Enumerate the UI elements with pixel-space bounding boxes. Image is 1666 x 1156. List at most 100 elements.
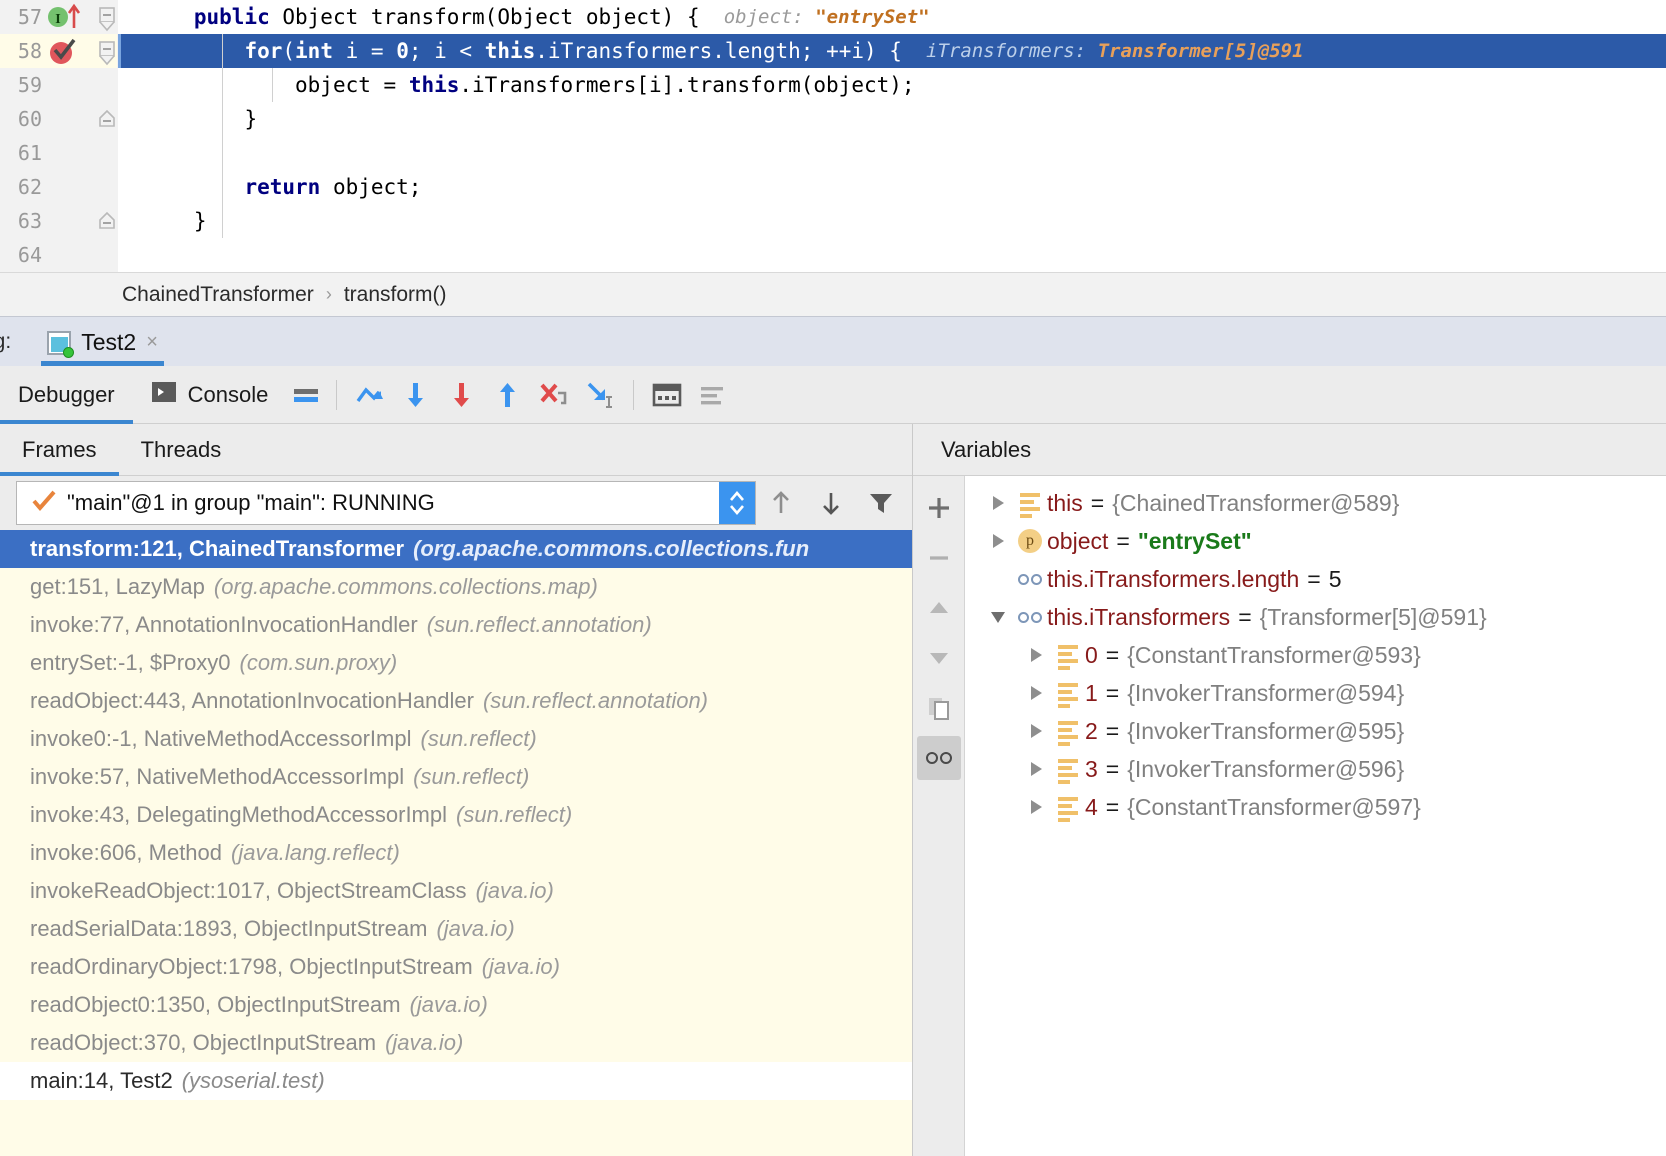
frames-list[interactable]: transform:121, ChainedTransformer (org.ap…: [0, 530, 912, 1156]
variable-row[interactable]: this = {ChainedTransformer@589}: [965, 484, 1666, 522]
variable-row[interactable]: this.iTransformers = {Transformer[5]@591}: [965, 598, 1666, 636]
variable-value[interactable]: {InvokerTransformer@595}: [1127, 718, 1404, 745]
move-watch-down-button[interactable]: [917, 636, 961, 680]
fold-collapse-icon[interactable]: [96, 204, 118, 238]
frame-row[interactable]: invokeReadObject:1017, ObjectStreamClass…: [0, 872, 912, 910]
settings-button[interactable]: [690, 372, 736, 418]
code-line[interactable]: public Object transform(Object object) {…: [118, 0, 1666, 34]
chevron-right-icon[interactable]: [1021, 800, 1051, 814]
evaluate-expression-button[interactable]: [644, 372, 690, 418]
code-line[interactable]: object = this .iTransformers[i].transform…: [118, 68, 1666, 102]
variables-sidebar-toolbar[interactable]: [913, 476, 965, 1156]
frame-row[interactable]: readObject0:1350, ObjectInputStream (java…: [0, 986, 912, 1024]
gutter-icon-empty[interactable]: [46, 204, 88, 238]
gutter-icon-empty[interactable]: [46, 68, 88, 102]
debug-session-tab-test2[interactable]: Test2 ×: [33, 329, 172, 366]
variable-row[interactable]: 4 = {ConstantTransformer@597}: [965, 788, 1666, 826]
step-over-button[interactable]: [347, 372, 393, 418]
tab-debugger[interactable]: Debugger: [0, 366, 133, 424]
variable-row[interactable]: 0 = {ConstantTransformer@593}: [965, 636, 1666, 674]
tab-threads[interactable]: Threads: [119, 437, 244, 475]
inlay-hint-value[interactable]: "entrySet": [815, 6, 929, 28]
gutter-row[interactable]: 59: [0, 68, 117, 102]
chevron-right-icon[interactable]: [1021, 648, 1051, 662]
fold-collapse-icon[interactable]: [96, 102, 118, 136]
fold-col-empty[interactable]: [96, 136, 118, 170]
variable-row[interactable]: p object = "entrySet": [965, 522, 1666, 560]
chevron-updown-icon[interactable]: [719, 482, 755, 524]
move-watch-up-button[interactable]: [917, 586, 961, 630]
frame-row[interactable]: invoke:43, DelegatingMethodAccessorImpl (…: [0, 796, 912, 834]
frame-row[interactable]: main:14, Test2 (ysoserial.test): [0, 1062, 912, 1100]
variable-row[interactable]: this.iTransformers.length = 5: [965, 560, 1666, 598]
chevron-right-icon[interactable]: [1021, 686, 1051, 700]
code-line[interactable]: }: [118, 102, 1666, 136]
add-watch-button[interactable]: [917, 486, 961, 530]
frame-row[interactable]: readSerialData:1893, ObjectInputStream (j…: [0, 910, 912, 948]
variable-value[interactable]: "entrySet": [1138, 528, 1252, 555]
execution-point-icon[interactable]: I: [46, 0, 88, 34]
variables-tree[interactable]: this = {ChainedTransformer@589} p object = "en…: [965, 476, 1666, 1156]
inlay-hint-value[interactable]: Transformer[5]@591: [1098, 40, 1304, 62]
gutter-row[interactable]: 64: [0, 238, 117, 272]
gutter-row[interactable]: 60: [0, 102, 117, 136]
chevron-right-icon[interactable]: [983, 496, 1013, 510]
remove-watch-button[interactable]: [917, 536, 961, 580]
variable-value[interactable]: {ChainedTransformer@589}: [1112, 490, 1399, 517]
chevron-right-icon[interactable]: [983, 534, 1013, 548]
editor-gutter[interactable]: 57 I 58 59 60 61 62 63 64: [0, 0, 118, 272]
gutter-icon-empty[interactable]: [46, 136, 88, 170]
tab-console[interactable]: Console: [133, 366, 287, 424]
fold-col-empty[interactable]: [96, 170, 118, 204]
breadcrumb-method[interactable]: transform(): [344, 283, 447, 307]
variable-value[interactable]: 5: [1329, 566, 1342, 593]
frame-row[interactable]: readObject:370, ObjectInputStream (java.i…: [0, 1024, 912, 1062]
variable-row[interactable]: 1 = {InvokerTransformer@594}: [965, 674, 1666, 712]
variable-value[interactable]: {ConstantTransformer@597}: [1127, 794, 1421, 821]
chevron-right-icon[interactable]: [1021, 762, 1051, 776]
code-editor[interactable]: 57 I 58 59 60 61 62 63 64 public Object transfor…: [0, 0, 1666, 272]
frame-row[interactable]: invoke:606, Method (java.lang.reflect): [0, 834, 912, 872]
breadcrumb-class[interactable]: ChainedTransformer: [122, 283, 314, 307]
variable-value[interactable]: {InvokerTransformer@596}: [1127, 756, 1404, 783]
gutter-row[interactable]: 63: [0, 204, 117, 238]
code-line[interactable]: [118, 238, 1666, 272]
frame-row[interactable]: transform:121, ChainedTransformer (org.ap…: [0, 530, 912, 568]
code-line[interactable]: }: [118, 204, 1666, 238]
frame-row[interactable]: get:151, LazyMap (org.apache.commons.coll…: [0, 568, 912, 606]
fold-region-icon[interactable]: [96, 34, 118, 68]
variable-row[interactable]: 3 = {InvokerTransformer@596}: [965, 750, 1666, 788]
code-line[interactable]: [118, 136, 1666, 170]
variable-value[interactable]: {ConstantTransformer@593}: [1127, 642, 1421, 669]
gutter-icon-empty[interactable]: [46, 102, 88, 136]
code-line[interactable]: return object;: [118, 170, 1666, 204]
gutter-row[interactable]: 58: [0, 34, 117, 68]
frame-row[interactable]: invoke:77, AnnotationInvocationHandler (s…: [0, 606, 912, 644]
tab-frames[interactable]: Frames: [0, 437, 119, 476]
step-into-button[interactable]: [393, 372, 439, 418]
run-to-cursor-button[interactable]: [577, 372, 623, 418]
variable-value[interactable]: {InvokerTransformer@594}: [1127, 680, 1404, 707]
code-line[interactable]: for(int i = 0; i < this .iTransformers.le…: [118, 34, 1666, 68]
force-step-into-button[interactable]: [439, 372, 485, 418]
gutter-row[interactable]: 57 I: [0, 0, 117, 34]
breakpoint-verified-icon[interactable]: [46, 34, 88, 68]
gutter-row[interactable]: 62: [0, 170, 117, 204]
thread-selector[interactable]: "main"@1 in group "main": RUNNING: [16, 481, 756, 525]
gutter-row[interactable]: 61: [0, 136, 117, 170]
frame-row[interactable]: invoke:57, NativeMethodAccessorImpl (sun.…: [0, 758, 912, 796]
fold-col-empty[interactable]: [96, 238, 118, 272]
mute-breakpoints-button[interactable]: [286, 372, 326, 418]
fold-region-icon[interactable]: [96, 0, 118, 34]
frame-row[interactable]: readOrdinaryObject:1798, ObjectInputStre…: [0, 948, 912, 986]
copy-value-button[interactable]: [917, 686, 961, 730]
variable-value[interactable]: {Transformer[5]@591}: [1260, 604, 1487, 631]
frames-down-button[interactable]: [806, 481, 856, 525]
breadcrumb[interactable]: ChainedTransformer › transform(): [0, 272, 1666, 316]
inspect-button[interactable]: [916, 736, 961, 780]
fold-col-empty[interactable]: [96, 68, 118, 102]
gutter-icon-empty[interactable]: [46, 170, 88, 204]
frames-filter-button[interactable]: [856, 481, 906, 525]
drop-frame-button[interactable]: [531, 372, 577, 418]
debugger-toolbar[interactable]: Debugger Console: [0, 366, 1666, 424]
